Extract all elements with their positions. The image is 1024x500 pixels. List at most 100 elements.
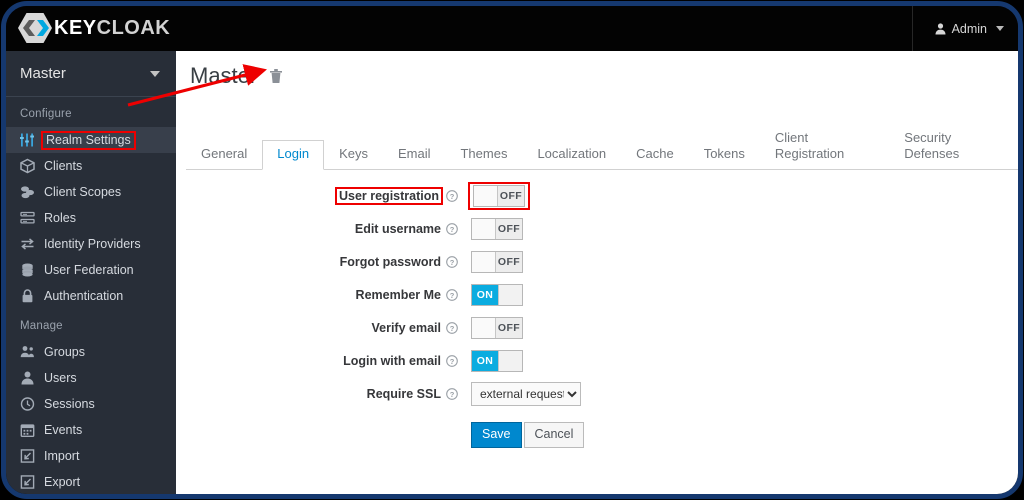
- sidebar-item-users[interactable]: Users: [6, 365, 176, 391]
- help-circle-icon[interactable]: ?: [446, 321, 458, 334]
- browser-window-border: KEYCLOAK Admin Master Configure Realm Se…: [1, 1, 1023, 499]
- form-label-text: Edit username: [354, 221, 441, 236]
- form-label-text: Verify email: [371, 320, 442, 335]
- trash-icon[interactable]: [269, 68, 283, 84]
- form-control: OFF: [466, 217, 523, 240]
- svg-text:?: ?: [450, 224, 455, 233]
- form-label-text: Forgot password: [339, 254, 441, 269]
- tab-security-defenses[interactable]: Security Defenses: [889, 124, 1018, 170]
- svg-text:?: ?: [450, 191, 455, 200]
- form-control: ON: [466, 283, 523, 306]
- brand-text: KEYCLOAK: [54, 17, 170, 40]
- cancel-button[interactable]: Cancel: [523, 422, 585, 448]
- sidebar-item-label: Users: [44, 371, 77, 385]
- sidebar-item-label: Import: [44, 449, 80, 463]
- sidebar-item-roles[interactable]: Roles: [6, 205, 176, 231]
- toggle-knob: [472, 317, 496, 338]
- sidebar-item-sessions[interactable]: Sessions: [6, 391, 176, 417]
- svg-text:?: ?: [450, 356, 455, 365]
- keycloak-hexagon-logo-icon: [18, 12, 52, 44]
- clock-icon: [20, 397, 35, 412]
- svg-text:?: ?: [450, 290, 455, 299]
- form-row: Login with email? ON: [176, 344, 1018, 377]
- sidebar-section-title: Manage: [20, 320, 63, 332]
- help-circle-icon[interactable]: ?: [446, 288, 458, 301]
- form-row: Remember Me? ON: [176, 278, 1018, 311]
- lock-icon: [20, 289, 35, 304]
- require-ssl-select[interactable]: noneexternal requestsall requests: [471, 381, 581, 406]
- login-settings-form: User registration? OFF Edit username? OFF Fo…: [176, 179, 1018, 448]
- form-label: Login with email?: [176, 354, 466, 368]
- realm-selector-label: Master: [20, 65, 66, 82]
- form-control: OFF: [468, 181, 530, 210]
- sidebar-item-export[interactable]: Export: [6, 469, 176, 494]
- toggle-edit-username[interactable]: OFF: [471, 217, 523, 240]
- tab-tokens[interactable]: Tokens: [689, 140, 760, 170]
- tab-login[interactable]: Login: [262, 140, 325, 170]
- realm-selector[interactable]: Master: [6, 51, 176, 97]
- users-group-icon: [20, 345, 35, 360]
- toggle-knob: [472, 251, 496, 272]
- svg-text:?: ?: [450, 389, 455, 398]
- sidebar-item-clients[interactable]: Clients: [6, 153, 176, 179]
- toggle-forgot-password[interactable]: OFF: [471, 250, 523, 273]
- user-icon: [935, 22, 946, 35]
- svg-text:?: ?: [450, 257, 455, 266]
- sidebar-item-client-scopes[interactable]: Client Scopes: [6, 179, 176, 205]
- chevron-down-icon: [150, 70, 160, 77]
- tab-cache[interactable]: Cache: [621, 140, 689, 170]
- form-control: noneexternal requestsall requests: [466, 381, 581, 406]
- export-arrow-icon: [20, 475, 35, 490]
- sidebar-item-label: Client Scopes: [44, 185, 122, 199]
- form-row: Require SSL? noneexternal requestsall req…: [176, 377, 1018, 410]
- page-title: Master: [190, 63, 283, 89]
- help-circle-icon[interactable]: ?: [446, 387, 458, 400]
- tab-email[interactable]: Email: [383, 140, 446, 170]
- tab-general[interactable]: General: [186, 140, 262, 170]
- help-circle-icon[interactable]: ?: [446, 222, 458, 235]
- svg-text:?: ?: [450, 323, 455, 332]
- import-arrow-icon: [20, 449, 35, 464]
- sidebar-item-groups[interactable]: Groups: [6, 339, 176, 365]
- sidebar-item-events[interactable]: Events: [6, 417, 176, 443]
- sidebar-item-user-federation[interactable]: User Federation: [6, 257, 176, 283]
- save-button[interactable]: Save: [471, 422, 522, 448]
- sidebar-item-authentication[interactable]: Authentication: [6, 283, 176, 309]
- toggle-login-with-email[interactable]: ON: [471, 349, 523, 372]
- help-circle-icon[interactable]: ?: [446, 255, 458, 268]
- user-menu[interactable]: Admin: [911, 6, 1004, 51]
- sidebar-item-realm-settings[interactable]: Realm Settings: [6, 127, 176, 153]
- tab-client-registration[interactable]: Client Registration: [760, 124, 889, 170]
- database-icon: [20, 263, 35, 278]
- form-row: Verify email? OFF: [176, 311, 1018, 344]
- sidebar-item-import[interactable]: Import: [6, 443, 176, 469]
- brand-text-suffix: CLOAK: [96, 16, 171, 39]
- toggle-knob: [498, 350, 522, 371]
- toggle-remember-me[interactable]: ON: [471, 283, 523, 306]
- toggle-knob: [472, 218, 496, 239]
- toggle-verify-email[interactable]: OFF: [471, 316, 523, 339]
- tab-localization[interactable]: Localization: [522, 140, 621, 170]
- sidebar-section-title: Configure: [20, 108, 72, 120]
- form-label-text: User registration: [334, 186, 443, 205]
- form-row: Edit username? OFF: [176, 212, 1018, 245]
- main-content: Master General Login Keys Email Themes Locali…: [176, 51, 1018, 494]
- user-menu-label: Admin: [951, 21, 987, 36]
- form-rows: User registration? OFF Edit username? OFF Fo…: [176, 179, 1018, 410]
- tab-keys[interactable]: Keys: [324, 140, 383, 170]
- form-label: Remember Me?: [176, 288, 466, 302]
- sidebar-item-identity-providers[interactable]: Identity Providers: [6, 231, 176, 257]
- toggle-knob: [498, 284, 522, 305]
- form-control: ON: [466, 349, 523, 372]
- brand-logo[interactable]: KEYCLOAK: [18, 12, 170, 44]
- help-circle-icon[interactable]: ?: [446, 354, 458, 367]
- masthead: KEYCLOAK Admin: [6, 6, 1018, 51]
- form-label: Forgot password?: [176, 255, 466, 269]
- toggle-user-registration[interactable]: OFF: [473, 184, 525, 207]
- form-label: Edit username?: [176, 222, 466, 236]
- tab-bar: General Login Keys Email Themes Localization C…: [186, 130, 1018, 170]
- help-circle-icon[interactable]: ?: [446, 189, 458, 202]
- sidebar-item-label: Clients: [44, 159, 83, 173]
- user-icon: [20, 371, 35, 386]
- tab-themes[interactable]: Themes: [445, 140, 522, 170]
